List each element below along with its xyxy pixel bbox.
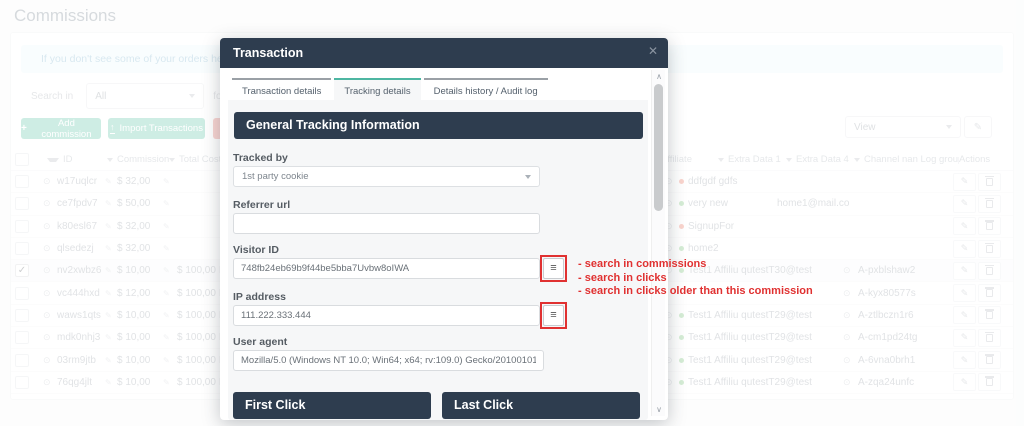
- tab-transaction-details[interactable]: Transaction details: [232, 78, 331, 102]
- referrer-url-input[interactable]: [233, 213, 540, 234]
- scroll-down-icon[interactable]: ∨: [652, 405, 666, 414]
- annotation-box-ip-address: [540, 302, 567, 329]
- modal-tabs: Transaction details Tracking details Det…: [232, 78, 548, 102]
- transaction-modal: Transaction ✕ Transaction details Tracki…: [220, 38, 668, 420]
- modal-scrollbar[interactable]: ∧ ∨: [651, 70, 665, 416]
- annotation-notes: - search in commissions - search in clic…: [578, 258, 813, 299]
- scrollbar-thumb[interactable]: [654, 84, 663, 211]
- modal-title: Transaction: [233, 46, 303, 60]
- tracked-by-label: Tracked by: [233, 152, 288, 164]
- tab-details-history-audit-log[interactable]: Details history / Audit log: [424, 78, 548, 102]
- tracked-by-value: 1st party cookie: [242, 171, 309, 182]
- close-icon[interactable]: ✕: [648, 45, 658, 57]
- annotation-box-visitor-id: [540, 255, 567, 282]
- visitor-id-label: Visitor ID: [233, 244, 279, 256]
- tab-tracking-details[interactable]: Tracking details: [334, 78, 420, 102]
- section-header-general-tracking: General Tracking Information: [234, 112, 643, 139]
- ip-address-input[interactable]: [233, 305, 540, 326]
- scroll-up-icon[interactable]: ∧: [652, 72, 666, 81]
- section-header-last-click: Last Click: [442, 392, 640, 419]
- tracked-by-select[interactable]: 1st party cookie: [233, 166, 540, 187]
- annotation-note: - search in commissions: [578, 258, 813, 272]
- modal-header: Transaction ✕: [220, 38, 668, 68]
- annotation-note: - search in clicks older than this commi…: [578, 285, 813, 299]
- ip-address-label: IP address: [233, 291, 286, 303]
- user-agent-input[interactable]: [233, 350, 544, 371]
- user-agent-label: User agent: [233, 336, 287, 348]
- referrer-url-label: Referrer url: [233, 199, 290, 211]
- annotation-note: - search in clicks: [578, 272, 813, 286]
- section-header-first-click: First Click: [233, 392, 431, 419]
- visitor-id-input[interactable]: [233, 258, 540, 279]
- chevron-down-icon: [525, 175, 531, 179]
